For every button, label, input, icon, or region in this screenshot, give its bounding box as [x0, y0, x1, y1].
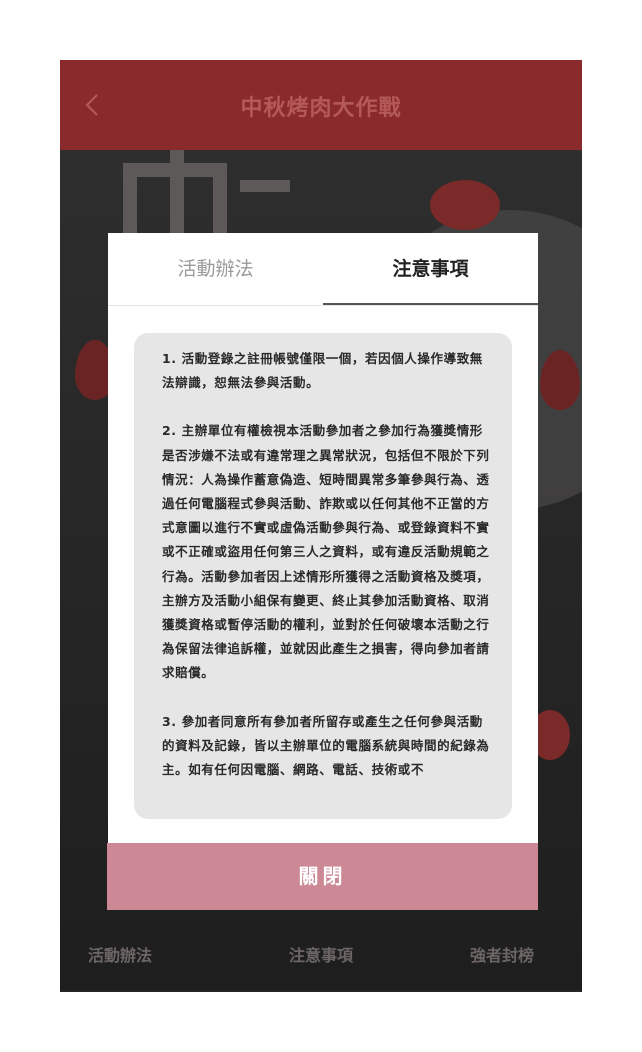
- active-tab-indicator: [323, 303, 538, 305]
- modal-tabs: 活動辦法 注意事項: [108, 233, 538, 306]
- nav-item-label: 強者封榜: [469, 946, 534, 965]
- page-title: 中秋烤肉大作戰: [240, 96, 402, 121]
- chef-decoration: [430, 180, 500, 230]
- top-bar: 中秋烤肉大作戰: [60, 60, 582, 150]
- notice-paragraph: 3. 參加者同意所有參加者所留存或產生之任何參與活動的資料及記錄，皆以主辦單位的…: [162, 713, 490, 778]
- close-button[interactable]: 關閉: [107, 843, 538, 910]
- tab-notice[interactable]: 注意事項: [323, 233, 538, 305]
- nav-item-label: 活動辦法: [87, 946, 152, 965]
- notice-paragraph: 2. 主辦單位有權檢視本活動參加者之參加行為獲獎情形是否涉嫌不法或有違常理之異常…: [162, 423, 490, 681]
- bottom-nav: 活動辦法 注意事項 強者封榜: [60, 910, 582, 992]
- nav-item-leaderboard[interactable]: 強者封榜: [432, 942, 572, 966]
- nav-item-notice[interactable]: 注意事項: [251, 942, 391, 966]
- notice-content: 1. 活動登錄之註冊帳號僅限一個，若因個人操作導致無法辯識，恕無法參與活動。 2…: [134, 333, 512, 782]
- notice-content-scroll[interactable]: 1. 活動登錄之註冊帳號僅限一個，若因個人操作導致無法辯識，恕無法參與活動。 2…: [134, 333, 512, 819]
- notice-paragraph: 1. 活動登錄之註冊帳號僅限一個，若因個人操作導致無法辯識，恕無法參與活動。: [162, 351, 483, 391]
- notice-modal: 活動辦法 注意事項 1. 活動登錄之註冊帳號僅限一個，若因個人操作導致無法辯識，…: [108, 233, 538, 845]
- nav-item-label: 注意事項: [288, 946, 353, 965]
- tab-rules[interactable]: 活動辦法: [108, 233, 323, 305]
- nav-item-rules[interactable]: 活動辦法: [60, 942, 190, 966]
